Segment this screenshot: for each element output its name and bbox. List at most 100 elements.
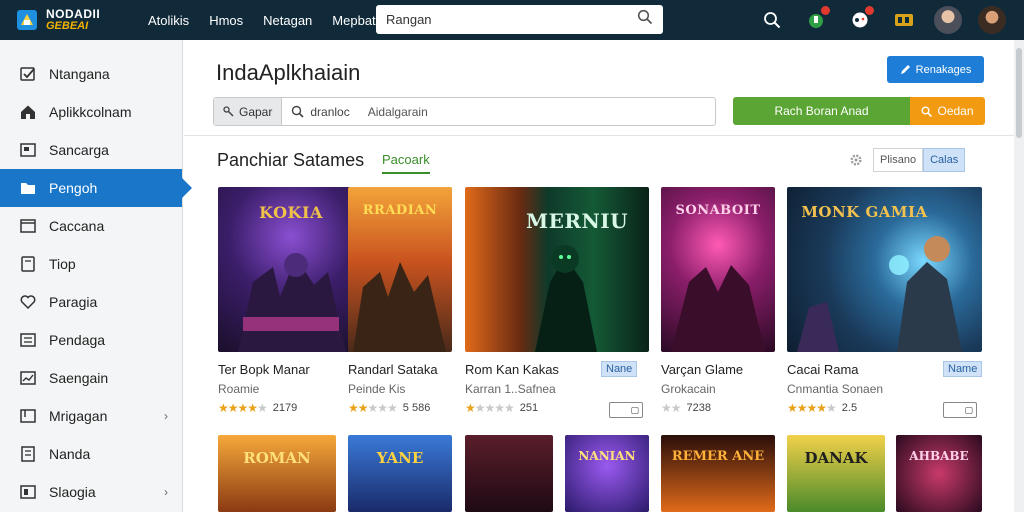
game-thumbnail-row2[interactable]: ROMAN [218,435,336,512]
view-option-list[interactable]: Plisano [873,148,924,172]
notification-badge [821,6,830,15]
orange-action-button[interactable]: Oedan [910,97,985,125]
game-name: Randarl Sataka [348,362,438,377]
green-action-button[interactable]: Rach Boran Anad [733,97,910,125]
orange-action-label: Oedan [937,104,974,118]
chevron-right-icon[interactable]: › [164,485,168,499]
gear-icon[interactable] [849,153,863,167]
topnav-link-1[interactable]: Atolikis [148,13,189,28]
game-rating: ★★★★★ 5 586 [348,401,452,415]
filter-chip-label: Gapar [239,104,273,119]
game-thumbnail-row2[interactable]: AHBABE [896,435,982,512]
view-option-grid[interactable]: Calas [923,148,966,172]
sidebar-item-7[interactable]: Paragia [0,283,182,321]
game-card[interactable]: RRADIAN Randarl Sataka Peinde Kis ★★★★★ … [348,187,452,415]
sidebar-label: Pengoh [49,180,98,196]
top-bar: NODADII GEBEAI Atolikis Hmos Netagan Mep… [0,0,1024,40]
sidebar-label: Mrigagan [49,408,108,424]
sidebar-label: Ntangana [49,66,110,82]
screen-icon [19,141,37,159]
tablet-icon [19,255,37,273]
star-rating-icon: ★★ [661,401,681,415]
topnav-link-3[interactable]: Netagan [263,13,312,28]
search-icon [921,106,933,117]
top-nav: Atolikis Hmos Netagan Mepbat [148,13,396,28]
sidebar-item-11[interactable]: Nanda [0,435,182,473]
main-content: IndaAplkhaiain Renakages Gapar dranloc R… [184,40,1014,512]
filter-chip[interactable]: Gapar [214,98,283,125]
game-developer: Grokacain [661,382,716,396]
game-card[interactable]: SONABOIT Varçan Glame Grokacain ★★ 7238 [661,187,775,415]
sidebar-item-12[interactable]: Slaogia › [0,473,182,511]
game-thumbnail-row2[interactable]: REMER ANE [661,435,775,512]
star-rating-icon: ★★★★★ [465,401,515,415]
sidebar-item-10[interactable]: Mrigagan › [0,397,182,435]
scrollbar-thumb[interactable] [1016,48,1022,138]
character-art [671,265,765,352]
game-thumbnail-row2[interactable]: YANE [348,435,452,512]
app-logo[interactable]: NODADII GEBEAI [14,7,138,33]
sidebar-label: Aplikkcolnam [49,104,132,120]
top-search-box [376,5,663,34]
document-icon [19,445,37,463]
game-thumbnail-row2[interactable] [465,435,553,512]
search-icon[interactable] [637,9,653,30]
thumbnail-title: ROMAN [243,449,311,467]
topnav-link-4[interactable]: Mepbat [332,13,375,28]
split-button: Rach Boran Anad Oedan [733,97,985,125]
list-icon [19,331,37,349]
game-developer: Karran 1..Safnea [465,382,556,396]
game-developer: Peinde Kis [348,382,406,396]
rating-count: 2.5 [841,402,858,414]
top-search-input[interactable] [386,12,637,27]
topnav-link-2[interactable]: Hmos [209,13,243,28]
character-art [535,245,597,352]
box-icon [19,483,37,501]
view-toggle: Plisano Calas [849,148,966,172]
section-tab[interactable]: Pacoark [382,152,430,174]
notifications-icon[interactable] [802,6,830,34]
game-tag: Nane [601,361,638,377]
filter-input[interactable] [367,104,715,119]
logo-text: NODADII GEBEAI [46,8,100,32]
game-card[interactable]: MONK GAMIA Cacai Rama Cnmantia Sonaen ★★… [787,187,983,418]
game-card[interactable]: MERNIU Rom Kan Kakas Karran 1..Safnea ★★… [465,187,649,418]
profile-avatar[interactable] [978,6,1006,34]
game-rating: ★★★★★ 2179 [218,401,364,415]
header-search-icon[interactable] [758,6,786,34]
sidebar-item-8[interactable]: Pendaga [0,321,182,359]
sidebar-item-9[interactable]: Saengain [0,359,182,397]
wallet-icon[interactable] [890,6,918,34]
chart-icon [19,369,37,387]
game-card[interactable]: KOKIA Ter Bopk Manar Roamie ★★★★★ 2179 [218,187,364,415]
sidebar-item-6[interactable]: Tiop [0,245,182,283]
sidebar-item-4-active[interactable]: Pengoh [0,169,192,207]
card-toggle[interactable]: ▢ [609,402,643,418]
user-avatar[interactable] [934,6,962,34]
window-icon [19,217,37,235]
star-rating-icon: ★★★★★ [348,401,398,415]
sidebar-item-1[interactable]: Ntangana [0,55,182,93]
game-name: Varçan Glame [661,362,744,377]
game-thumbnail-row2[interactable]: NANIAN [565,435,649,512]
thumbnail-title: YANE [376,449,424,467]
sidebar-label: Caccana [49,218,105,234]
sidebar-item-3[interactable]: Sancarga [0,131,182,169]
sidebar-label: Nanda [49,446,91,462]
card-toggle[interactable]: ▢ [943,402,977,418]
page-title: IndaAplkhaiain [216,60,361,85]
gamepad-badge [865,6,874,15]
primary-action-button[interactable]: Renakages [887,56,984,83]
rating-count: 2179 [272,402,298,414]
sidebar-item-5[interactable]: Caccana [0,207,182,245]
gamepad-icon[interactable] [846,6,874,34]
search-icon [292,105,304,118]
game-thumbnail-row2[interactable]: DANAK [787,435,885,512]
chevron-right-icon[interactable]: › [164,409,168,423]
frame-icon [19,407,37,425]
vertical-scrollbar[interactable] [1014,40,1024,512]
game-name: Ter Bopk Manar [218,362,310,377]
sidebar-item-2[interactable]: Aplikkcolnam [0,93,182,131]
top-icons [742,0,1006,40]
section-title: Panchiar Satames [217,150,365,170]
